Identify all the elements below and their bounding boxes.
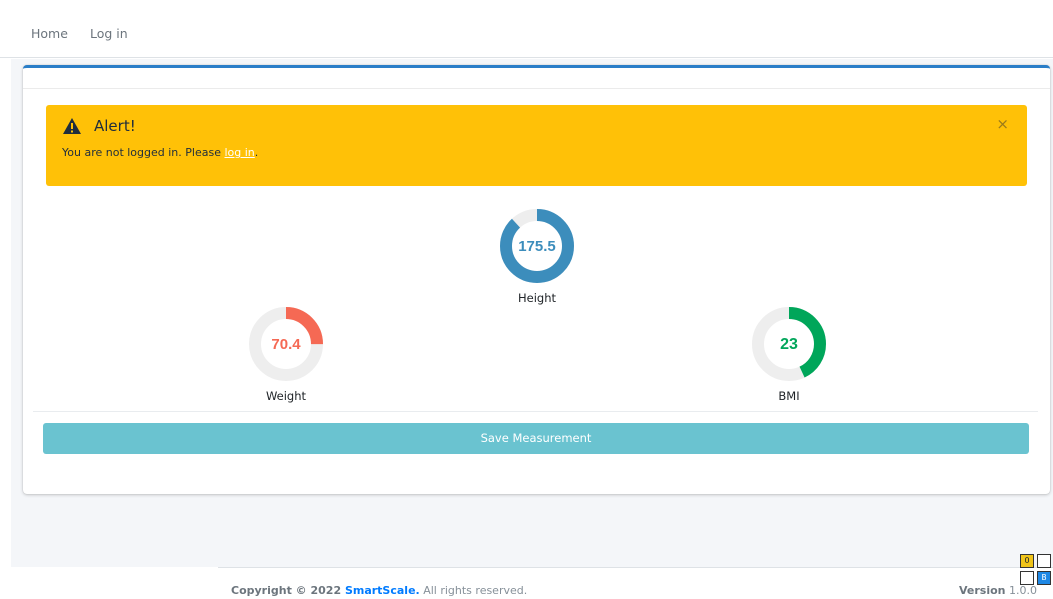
card-divider <box>33 411 1038 412</box>
height-gauge-chart: 175.5 <box>500 209 574 283</box>
alert-message-prefix: You are not logged in. Please <box>62 146 225 159</box>
alert-message: You are not logged in. Please log in. <box>62 146 258 159</box>
bmi-gauge: 23 BMI <box>734 304 844 403</box>
alert-close-icon[interactable]: × <box>996 117 1009 132</box>
bmi-label: BMI <box>778 389 800 403</box>
brand-link[interactable]: SmartScale. <box>345 584 420 597</box>
mini-cell-b[interactable]: B <box>1037 571 1051 585</box>
weight-gauge-value: 70.4 <box>271 336 301 353</box>
height-gauge: 175.5 Height <box>482 206 592 305</box>
weight-gauge-chart: 70.4 <box>249 307 323 381</box>
content-wrapper: Alert! × You are not logged in. Please l… <box>11 59 1053 567</box>
height-gauge-value: 175.5 <box>518 238 556 255</box>
footer-copyright: Copyright © 2022 SmartScale. All rights … <box>231 584 527 597</box>
save-measurement-button[interactable]: Save Measurement <box>43 423 1029 454</box>
mini-cell-empty-1[interactable] <box>1037 554 1051 568</box>
copyright-prefix: Copyright © 2022 <box>231 584 345 597</box>
warning-triangle-icon <box>62 117 82 135</box>
measurement-card: Alert! × You are not logged in. Please l… <box>23 65 1050 494</box>
copyright-suffix: All rights reserved. <box>419 584 528 597</box>
footer: Copyright © 2022 SmartScale. All rights … <box>218 567 1053 599</box>
height-label: Height <box>517 291 556 305</box>
card-header <box>23 68 1050 89</box>
alert-warning: Alert! × You are not logged in. Please l… <box>46 105 1027 186</box>
nav-login-link[interactable]: Log in <box>90 26 128 41</box>
bmi-gauge-chart: 23 <box>752 307 826 381</box>
mini-cell-empty-2[interactable] <box>1020 571 1034 585</box>
nav-home-link[interactable]: Home <box>31 26 68 41</box>
mini-cell-o[interactable]: O <box>1020 554 1034 568</box>
version-label: Version <box>958 584 1006 597</box>
top-navbar: Home Log in <box>0 0 1053 58</box>
weight-label: Weight <box>265 389 307 403</box>
alert-message-suffix: . <box>254 146 259 159</box>
mini-grid-widget: O B <box>1019 553 1053 587</box>
bmi-gauge-value: 23 <box>780 336 798 353</box>
alert-login-link[interactable]: log in <box>224 146 254 159</box>
alert-title: Alert! <box>94 117 136 135</box>
weight-gauge: 70.4 Weight <box>231 304 341 403</box>
